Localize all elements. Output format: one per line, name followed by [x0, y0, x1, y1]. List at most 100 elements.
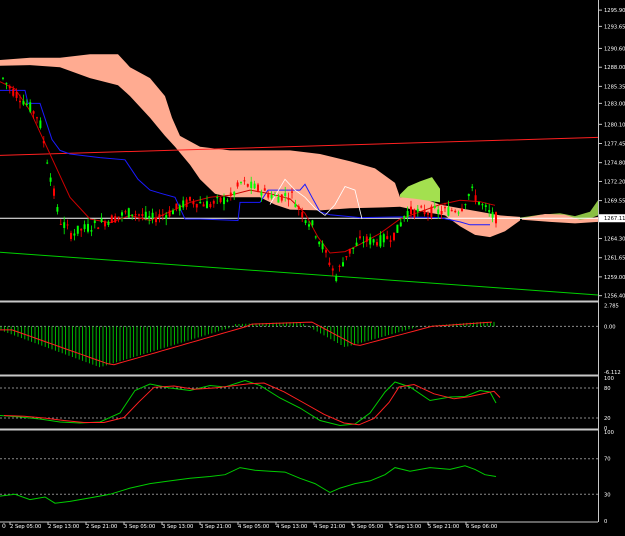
candle-body: [301, 212, 304, 218]
candle-body: [59, 223, 62, 225]
candle-body: [175, 203, 178, 209]
candle-body: [178, 205, 181, 211]
candle-body: [76, 225, 79, 234]
price-axis-tick-label: 1272.20: [604, 179, 625, 185]
stochastic-axis-label: 80: [604, 386, 611, 392]
price-axis-tick-label: 1259.00: [604, 275, 625, 281]
candle-body: [36, 117, 38, 119]
candle-body: [253, 183, 256, 189]
candle-body: [121, 212, 123, 216]
candle-body: [56, 207, 59, 212]
candle-body: [110, 215, 113, 223]
candle-body: [365, 236, 368, 242]
price-axis-tick-label: 1267.11: [604, 216, 625, 222]
candle-body: [148, 216, 151, 219]
candle-body: [246, 184, 249, 187]
candle-body: [420, 206, 423, 208]
time-axis-label: 2 Sep 05:00: [10, 524, 41, 530]
candle-body: [270, 194, 273, 199]
candle-body: [280, 194, 283, 201]
candle-body: [376, 242, 378, 246]
candle-body: [464, 204, 467, 206]
candle-body: [229, 192, 232, 197]
time-axis-label: 4 Sep 13:00: [276, 524, 307, 530]
rsi-axis-label: 30: [604, 492, 611, 498]
candle-body: [467, 193, 470, 197]
candle-body: [104, 221, 106, 227]
trading-chart-window[interactable]: 1295.90 1293.65 1290.60 1288.00 1285.35 1283.…: [0, 0, 625, 532]
candle-body: [223, 197, 225, 205]
candle-body: [382, 234, 385, 243]
candle-body: [42, 140, 45, 144]
candle-body: [369, 237, 372, 245]
oscillator-axis-label: 0.00: [604, 324, 616, 330]
candle-body: [199, 202, 202, 204]
candle-body: [141, 214, 144, 216]
candle-body: [236, 182, 239, 187]
candle-body: [267, 194, 270, 198]
candle-body: [410, 206, 412, 215]
candle-body: [19, 100, 21, 103]
candle-body: [345, 255, 348, 258]
candle-body: [138, 214, 140, 216]
candle-body: [471, 186, 474, 188]
candle-body: [352, 247, 355, 249]
price-axis-tick-label: 1274.80: [604, 161, 625, 167]
candle-body: [314, 236, 317, 238]
candle-body: [474, 195, 477, 201]
candle-body: [481, 204, 484, 206]
candle-body: [32, 111, 35, 114]
candle-body: [318, 241, 321, 245]
candle-body: [427, 213, 429, 215]
candle-body: [263, 188, 266, 191]
candle-body: [430, 206, 433, 218]
time-axis-label: 2 Sep 21:00: [86, 524, 117, 530]
time-axis-label: 5 Sep 21:00: [428, 524, 459, 530]
candle-body: [433, 206, 436, 209]
candle-body: [393, 232, 395, 241]
candle-body: [212, 200, 215, 204]
candle-body: [216, 197, 219, 199]
candle-body: [491, 212, 494, 218]
candle-body: [189, 196, 191, 201]
candle-body: [260, 192, 263, 196]
price-axis-tick-label: 1283.00: [604, 101, 625, 107]
candle-body: [274, 195, 276, 197]
time-axis-label: 5 Sep 13:00: [390, 524, 421, 530]
price-axis-tick-label: 1280.10: [604, 122, 625, 128]
candle-body: [127, 208, 130, 218]
candle-body: [328, 262, 331, 266]
candle-body: [362, 242, 365, 244]
candle-body: [308, 224, 310, 227]
price-axis-tick-label: 1277.45: [604, 141, 625, 147]
chart-canvas[interactable]: 1295.90 1293.65 1290.60 1288.00 1285.35 1283.…: [0, 0, 625, 532]
candle-body: [311, 220, 314, 226]
candle-body: [423, 209, 426, 215]
candle-body: [124, 211, 127, 213]
candle-body: [144, 211, 147, 218]
candle-body: [444, 207, 446, 209]
candle-body: [372, 239, 375, 243]
candle-body: [172, 210, 174, 215]
candle-body: [257, 184, 259, 191]
candle-body: [80, 228, 83, 231]
price-axis-tick-label: 1290.60: [604, 46, 625, 52]
candle-body: [46, 162, 49, 164]
candle-body: [403, 216, 406, 219]
rsi-axis-label: 70: [604, 457, 611, 463]
candle-body: [114, 216, 117, 223]
candle-body: [202, 204, 205, 207]
candle-body: [100, 218, 103, 223]
candle-body: [8, 86, 11, 89]
candle-body: [165, 215, 168, 219]
stochastic-axis-label: 20: [604, 416, 611, 422]
candle-body: [83, 224, 86, 230]
candle-body: [87, 223, 89, 232]
candle-body: [12, 89, 15, 96]
candle-body: [97, 227, 100, 230]
candle-body: [226, 200, 229, 202]
time-axis-label: 2 Sep 13:00: [48, 524, 79, 530]
candle-body: [355, 242, 358, 246]
candle-body: [158, 214, 161, 218]
price-axis-tick-label: 1264.30: [604, 237, 625, 243]
